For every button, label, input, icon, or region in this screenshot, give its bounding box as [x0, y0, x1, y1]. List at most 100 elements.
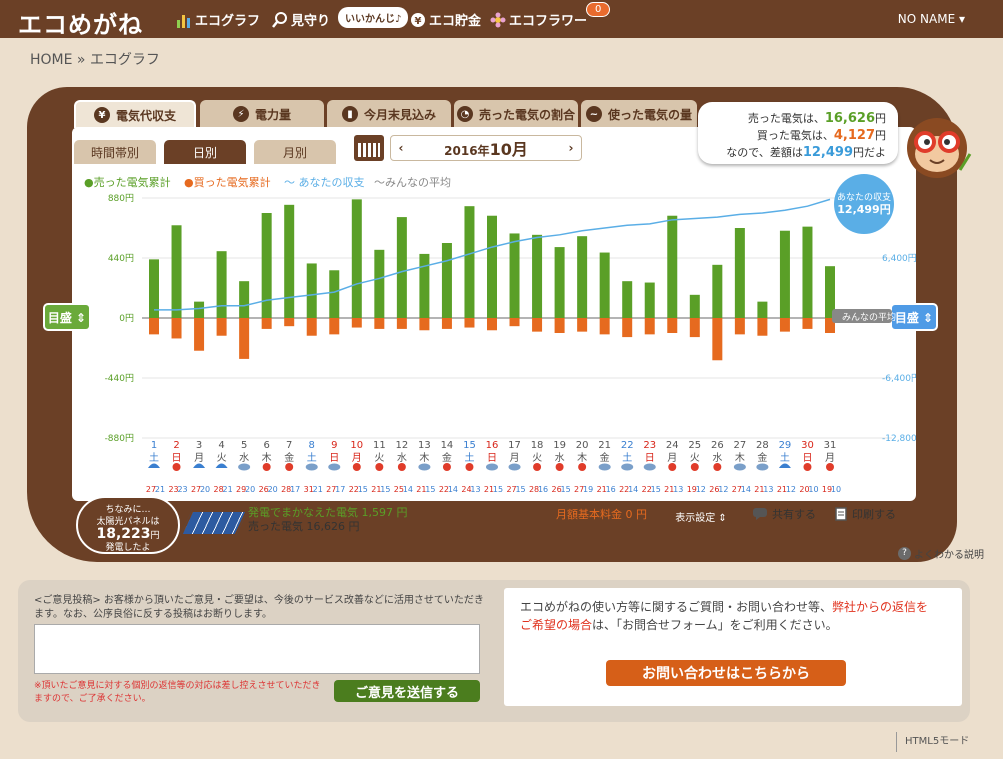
nav-ecograph-label: エコグラフ [195, 14, 261, 29]
bought-bar [487, 318, 497, 331]
x-tick-day: 3 [196, 440, 202, 451]
x-tick-weekday: 金 [442, 451, 452, 464]
y-axis-left: 880円 440円 0円 -440円 -880円 [105, 193, 134, 444]
subtab-monthly[interactable]: 月別 [254, 140, 336, 164]
y-right-tick-label: -6,400円 [882, 373, 916, 384]
tab-label: 今月末見込み [363, 107, 436, 122]
summary-bought-value: 4,127 [833, 128, 875, 143]
y-axis-right: 6,400円 -6,400円 -12,800円 [882, 253, 916, 444]
nav-eco-savings-label: エコ貯金 [429, 14, 482, 29]
solar-bubble-unit: 円 [150, 531, 160, 541]
x-tick-weekday: 木 [419, 452, 429, 464]
wave-icon: ~ [585, 106, 602, 122]
tab-label: 電気代収支 [115, 108, 176, 123]
bought-bar [734, 318, 745, 335]
x-tick-day: 30 [801, 440, 814, 451]
x-tick-weekday: 日 [802, 453, 812, 464]
sun-icon [690, 463, 699, 471]
temp-low: 15 [515, 485, 525, 494]
x-tick-day: 19 [553, 440, 566, 451]
bought-bar [419, 318, 430, 331]
next-month-button[interactable]: › [561, 141, 581, 155]
temp-low: 12 [718, 485, 728, 494]
feedback-textarea[interactable] [34, 624, 480, 674]
sold-bar [689, 294, 700, 318]
x-tick-weekday: 土 [307, 451, 317, 464]
temp-low: 20 [245, 485, 255, 494]
nav-eco-savings[interactable]: ¥ エコ貯金 [410, 10, 481, 29]
sold-bar [396, 217, 407, 318]
printer-icon [835, 507, 847, 521]
solar-bubble: ちなみに… 太陽光パネルは 18,223円 発電したよ [76, 496, 180, 554]
flower-count-badge: 0 [586, 2, 611, 17]
yen-icon: ¥ [93, 107, 110, 123]
cloud-icon [621, 463, 634, 471]
tab-month-end-forecast[interactable]: ▮ 今月末見込み [327, 100, 451, 128]
bought-bar [622, 318, 633, 338]
bought-bar [802, 318, 813, 329]
x-tick-weekday: 火 [374, 452, 384, 464]
x-tick-day: 31 [824, 440, 837, 451]
display-settings-button[interactable]: 表示設定 ⇕ [670, 507, 732, 525]
subtab-hourly[interactable]: 時間帯別 [74, 140, 156, 164]
tab-electricity-balance[interactable]: ¥ 電気代収支 [74, 100, 196, 128]
temp-low: 12 [786, 485, 796, 494]
tab-used-amount[interactable]: ~ 使った電気の量 [581, 100, 697, 128]
print-button[interactable]: 印刷する [834, 506, 896, 522]
sun-icon [533, 463, 542, 471]
html5-mode-link[interactable]: HTML5モード [896, 732, 969, 752]
temp-low: 13 [470, 485, 480, 494]
bought-bar [689, 318, 700, 338]
temp-low: 12 [696, 485, 706, 494]
solar-bubble-value: 18,223 [96, 526, 151, 542]
x-tick-weekday: 月 [667, 452, 677, 464]
sun-icon [803, 463, 812, 471]
sold-bar [644, 282, 655, 318]
feedback-note: ※頂いたご意見に対する個別の返信等の対応は差し控えさせていただきますので、ご了承… [34, 681, 321, 704]
share-button[interactable]: 共有する [752, 506, 816, 522]
contact-text: エコめがねの使い方等に関するご質問・お問い合わせ等、弊社からの返信をご希望の場合… [520, 598, 940, 634]
x-tick-weekday: 火 [217, 452, 227, 464]
x-tick-day: 17 [508, 440, 521, 451]
sun-icon [668, 463, 677, 471]
sold-bar [374, 249, 385, 318]
sold-bar [712, 264, 723, 318]
sun-icon [578, 463, 587, 471]
calendar-icon[interactable] [354, 135, 384, 161]
solar-summary: 発電でまかなえた電気 1,597 円 売った電気 16,626 円 [248, 506, 408, 534]
sold-bar [464, 206, 475, 318]
nav-mimamori[interactable]: 見守り [272, 10, 330, 29]
legend-bought: ●買った電気累計 [184, 175, 271, 189]
summary-diff-value: 12,499 [802, 145, 853, 160]
nav-ecograph[interactable]: エコグラフ [176, 10, 260, 29]
bought-bar [509, 318, 520, 327]
legend-average: 〜みんなの平均 [374, 176, 451, 189]
user-menu[interactable]: NO NAME ▾ [898, 12, 965, 26]
prev-month-button[interactable]: ‹ [391, 141, 411, 155]
x-tick-weekday: 月 [825, 452, 835, 464]
sold-bar [554, 247, 565, 318]
send-feedback-button[interactable]: ご意見を送信する [334, 680, 480, 702]
tab-power-amount[interactable]: ⚡ 電力量 [200, 100, 324, 128]
balance-label: あなたの収支 12,499円 [834, 174, 894, 234]
app-logo[interactable]: エコめがね [18, 5, 143, 40]
x-tick-day: 20 [576, 440, 589, 451]
sold-bar [351, 199, 362, 318]
bought-bar [284, 318, 295, 327]
x-tick-day: 11 [373, 440, 386, 451]
temp-low: 15 [380, 485, 390, 494]
y-tick-label: -440円 [105, 373, 134, 384]
temp-low: 15 [561, 485, 571, 494]
solar-generated-value: 1,597 円 [361, 506, 408, 519]
temp-low: 19 [583, 485, 593, 494]
cloud-icon [733, 463, 746, 471]
nav-eco-flower[interactable]: エコフラワー [490, 10, 587, 29]
contact-button[interactable]: お問い合わせはこちらから [606, 660, 846, 686]
feedback-intro: <ご意見投稿> お客様から頂いたご意見・ご要望は、今後のサービス改善などに活用さ… [34, 595, 484, 620]
tab-sold-ratio[interactable]: ◔ 売った電気の割合 [454, 100, 578, 128]
subtab-daily[interactable]: 日別 [164, 140, 246, 164]
help-link[interactable]: ? よくわかる説明 [898, 546, 984, 561]
y-right-tick-label: -12,800円 [882, 433, 916, 444]
magnifier-icon [272, 11, 287, 28]
sold-bar [239, 281, 250, 318]
